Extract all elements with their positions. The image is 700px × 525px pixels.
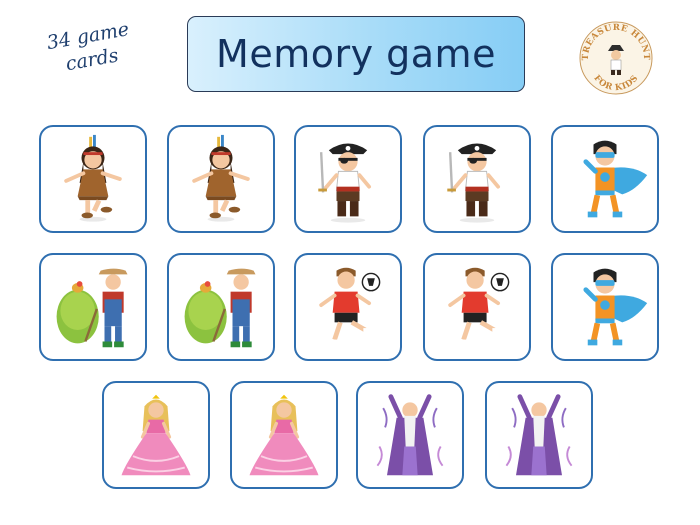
page-title: Memory game <box>216 32 496 76</box>
memory-card-soccer-player[interactable] <box>423 253 531 361</box>
memory-card-wizard[interactable] <box>356 381 464 489</box>
soccer-player-icon <box>319 267 381 345</box>
wizard-icon <box>376 394 444 476</box>
farmer-icon <box>56 268 128 348</box>
superhero-icon <box>583 140 648 218</box>
memory-card-pirate[interactable] <box>294 125 402 233</box>
memory-card-princess[interactable] <box>102 381 210 489</box>
princess-icon <box>249 394 319 476</box>
native-girl-icon <box>192 134 250 222</box>
wizard-icon <box>505 394 573 476</box>
memory-card-princess[interactable] <box>230 381 338 489</box>
memory-card-pirate[interactable] <box>423 125 531 233</box>
memory-card-native-girl[interactable] <box>39 125 147 233</box>
memory-card-wizard[interactable] <box>485 381 593 489</box>
memory-card-superhero[interactable] <box>551 253 659 361</box>
card-count-label: 34 game cards <box>27 14 154 82</box>
memory-card-farmer[interactable] <box>39 253 147 361</box>
pirate-icon <box>318 143 372 223</box>
memory-card-soccer-player[interactable] <box>294 253 402 361</box>
superhero-icon <box>583 268 648 346</box>
farmer-icon <box>184 268 256 348</box>
memory-card-farmer[interactable] <box>167 253 275 361</box>
pirate-icon <box>447 143 501 223</box>
princess-icon <box>121 394 191 476</box>
treasure-hunt-logo: TREASURE HUNT FOR KIDS <box>579 21 653 95</box>
title-banner: Memory game <box>187 16 525 92</box>
native-girl-icon <box>64 134 122 222</box>
soccer-player-icon <box>448 267 510 345</box>
memory-card-superhero[interactable] <box>551 125 659 233</box>
memory-card-native-girl[interactable] <box>167 125 275 233</box>
